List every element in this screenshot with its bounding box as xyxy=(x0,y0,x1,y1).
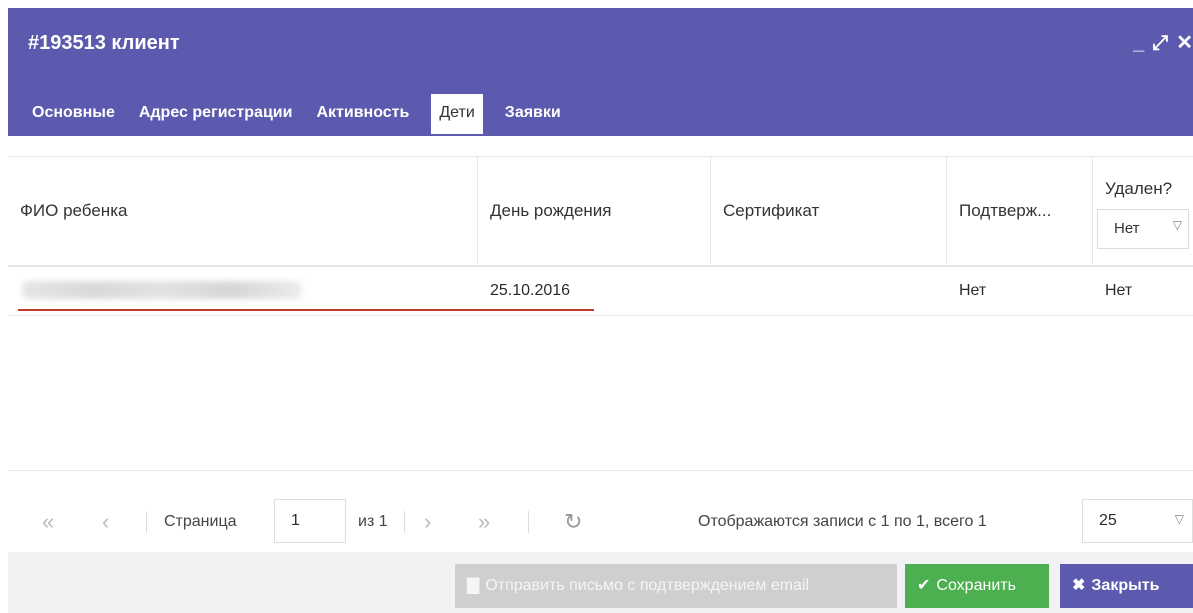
tab-registration-address[interactable]: Адрес регистрации xyxy=(127,90,305,136)
tab-activity[interactable]: Активность xyxy=(304,90,421,136)
last-page-icon[interactable]: » xyxy=(478,509,490,535)
blurred-name xyxy=(22,281,302,299)
red-underline xyxy=(18,309,594,311)
maximize-icon[interactable]: ⤢ xyxy=(1152,33,1168,53)
dropdown-arrow-icon: ▽ xyxy=(1174,512,1184,526)
page-number-input[interactable]: 1 xyxy=(274,499,346,543)
tab-main[interactable]: Основные xyxy=(20,90,127,136)
column-header-confirmed[interactable]: Подтверж... xyxy=(947,157,1093,265)
page-label: Страница xyxy=(164,513,237,530)
deleted-filter-select[interactable]: Нет ▽ xyxy=(1097,209,1189,249)
send-confirmation-email-button[interactable]: ▇ Отправить письмо с подтверждением email xyxy=(455,564,897,608)
page-size-select[interactable]: 25 ▽ xyxy=(1082,499,1193,543)
first-page-icon[interactable]: « xyxy=(42,509,54,535)
records-info: Отображаются записи с 1 по 1, всего 1 xyxy=(698,513,987,530)
column-header-certificate[interactable]: Сертификат xyxy=(711,157,947,265)
window-controls: _ ⤢ ✕ xyxy=(1133,28,1193,58)
cell-child-name xyxy=(8,267,478,315)
column-header-name[interactable]: ФИО ребенка xyxy=(8,157,478,265)
column-header-deleted[interactable]: Удален? Нет ▽ xyxy=(1093,157,1193,265)
separator xyxy=(528,511,529,533)
tab-children[interactable]: Дети xyxy=(429,92,485,136)
table-row[interactable]: 25.10.2016 Нет Нет xyxy=(8,267,1193,316)
close-button[interactable]: ✖ Закрыть xyxy=(1060,564,1193,608)
separator xyxy=(404,511,405,533)
children-grid: ФИО ребенка День рождения Сертификат Под… xyxy=(8,156,1193,316)
cell-deleted: Нет xyxy=(1105,282,1133,299)
tab-applications[interactable]: Заявки xyxy=(493,90,573,136)
check-icon: ✔ xyxy=(917,577,931,594)
pagination-toolbar: « ‹ Страница 1 из 1 › » ↻ Отображаются з… xyxy=(8,470,1193,553)
dropdown-arrow-icon: ▽ xyxy=(1172,218,1182,232)
tab-bar: Основные Адрес регистрации Активность Де… xyxy=(20,90,573,136)
separator xyxy=(146,511,147,533)
cell-confirmed: Нет xyxy=(959,282,987,299)
dialog-footer: ▇ Отправить письмо с подтверждением email… xyxy=(8,552,1193,613)
window-header: #193513 клиент _ ⤢ ✕ Основные Адрес реги… xyxy=(8,8,1193,136)
page-total: из 1 xyxy=(358,513,388,530)
close-icon[interactable]: ✕ xyxy=(1176,33,1193,53)
cell-birthday: 25.10.2016 xyxy=(490,282,571,299)
close-x-icon: ✖ xyxy=(1072,577,1086,594)
prev-page-icon[interactable]: ‹ xyxy=(102,509,109,535)
column-header-birthday[interactable]: День рождения xyxy=(478,157,711,265)
refresh-icon[interactable]: ↻ xyxy=(564,509,582,535)
window-title: #193513 клиент xyxy=(28,32,180,54)
save-button[interactable]: ✔ Сохранить xyxy=(905,564,1049,608)
client-window: #193513 клиент _ ⤢ ✕ Основные Адрес реги… xyxy=(8,8,1193,613)
next-page-icon[interactable]: › xyxy=(424,509,431,535)
grid-header: ФИО ребенка День рождения Сертификат Под… xyxy=(8,156,1193,267)
minimize-icon[interactable]: _ xyxy=(1133,33,1144,53)
trash-icon: ▇ xyxy=(467,577,480,594)
